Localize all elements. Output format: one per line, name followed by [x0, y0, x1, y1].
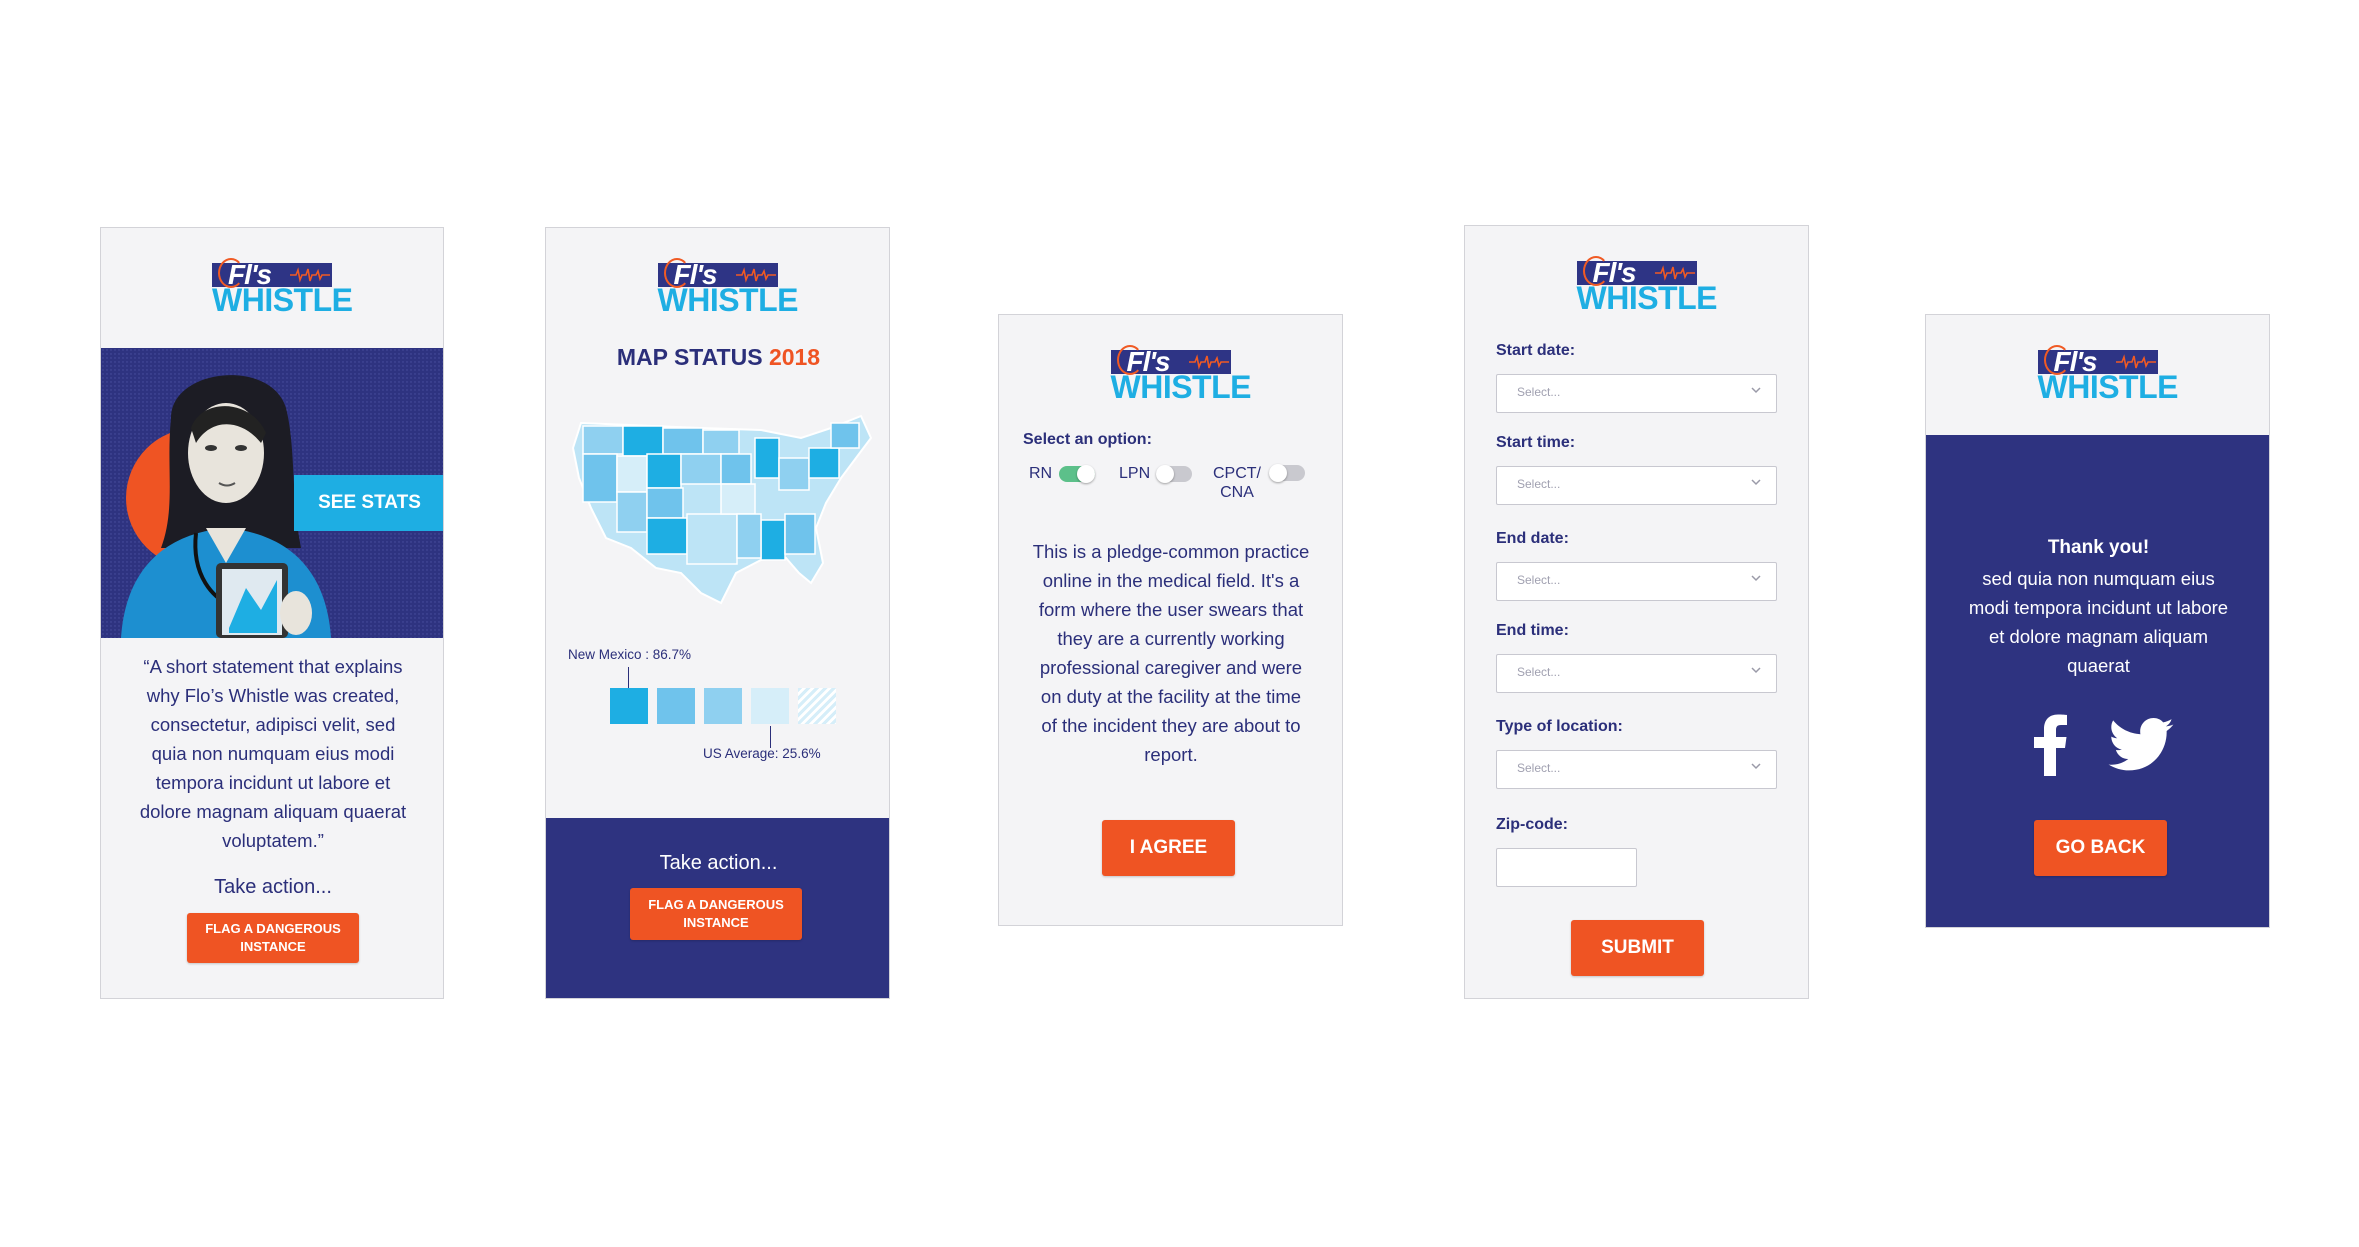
i-agree-button[interactable]: I AGREE — [1102, 820, 1235, 876]
facebook-icon[interactable] — [2034, 712, 2068, 776]
flag-button-line2: INSTANCE — [683, 915, 749, 930]
legend-swatch-3 — [704, 688, 742, 724]
legend-swatch-4 — [751, 688, 789, 724]
chevron-down-icon — [1751, 763, 1761, 770]
option-rn[interactable]: RN — [1029, 465, 1095, 485]
option-lpn[interactable]: LPN — [1119, 465, 1192, 485]
screen-map-status: Fl's WHISTLE MAP STATUS 2018 New Mexico … — [545, 227, 890, 999]
take-action-footer: Take action... FLAG A DANGEROUS INSTANCE — [546, 818, 889, 998]
start-date-label: Start date: — [1496, 342, 1576, 359]
pledge-text: This is a pledge-common practice online … — [1032, 541, 1310, 765]
end-date-select[interactable]: Select... — [1496, 562, 1777, 601]
select-option-label: Select an option: — [1023, 431, 1152, 448]
twitter-icon[interactable] — [2108, 718, 2174, 772]
start-time-label: Start time: — [1496, 434, 1576, 451]
chevron-down-icon — [1751, 575, 1761, 582]
chevron-down-icon — [1751, 387, 1761, 394]
cpct-cna-toggle[interactable] — [1269, 464, 1305, 482]
flos-whistle-logo: Fl's WHISTLE — [212, 258, 353, 318]
location-type-select[interactable]: Select... — [1496, 750, 1777, 789]
zip-code-label: Zip-code: — [1496, 816, 1568, 833]
new-mexico-label: New Mexico : 86.7% — [568, 647, 692, 662]
map-title-year: 2018 — [768, 344, 821, 370]
take-action-label: Take action... — [214, 876, 332, 898]
flos-whistle-logo: Fl's WHISTLE — [2037, 345, 2178, 405]
end-time-label: End time: — [1496, 622, 1569, 639]
flos-whistle-logo: Fl's WHISTLE — [1110, 345, 1251, 405]
thank-you-heading: Thank you! — [2047, 537, 2150, 558]
us-choropleth-map[interactable] — [561, 408, 881, 618]
screen-home: Fl's WHISTLE SEE STATS “A short statemen… — [100, 227, 444, 999]
screen-pledge: Fl's WHISTLE Select an option: RN LPN CP… — [998, 314, 1343, 926]
end-date-label: End date: — [1496, 530, 1569, 547]
start-date-placeholder: Select... — [1517, 385, 1561, 399]
go-back-button[interactable]: GO BACK — [2034, 820, 2167, 876]
start-date-select[interactable]: Select... — [1496, 374, 1777, 413]
mission-quote: “A short statement that explains why Flo… — [139, 656, 407, 851]
us-average-pointer — [770, 726, 771, 748]
end-time-placeholder: Select... — [1517, 665, 1561, 679]
take-action-label: Take action... — [659, 852, 778, 874]
flag-dangerous-instance-button[interactable]: FLAG A DANGEROUS INSTANCE — [187, 913, 359, 963]
option-lpn-label: LPN — [1119, 465, 1151, 482]
new-mexico-state — [646, 517, 688, 555]
map-title-text: MAP STATUS — [616, 344, 763, 370]
location-type-placeholder: Select... — [1517, 761, 1561, 775]
flag-button-line2: INSTANCE — [240, 939, 306, 954]
start-time-select[interactable]: Select... — [1496, 466, 1777, 505]
flag-button-line1: FLAG A DANGEROUS — [205, 921, 341, 936]
thank-you-body: Thank you! sed quia non numquam eius mod… — [1926, 435, 2269, 927]
zip-code-input[interactable] — [1496, 848, 1637, 887]
lpn-toggle[interactable] — [1156, 465, 1192, 483]
flag-button-line1: FLAG A DANGEROUS — [648, 897, 784, 912]
chevron-down-icon — [1751, 667, 1761, 674]
option-cpct-cna-label: CPCT/ CNA — [1213, 465, 1261, 501]
start-time-placeholder: Select... — [1517, 477, 1561, 491]
map-status-title: MAP STATUS 2018 — [546, 344, 889, 371]
chevron-down-icon — [1751, 479, 1761, 486]
legend-swatch-2 — [657, 688, 695, 724]
end-time-select[interactable]: Select... — [1496, 654, 1777, 693]
rn-toggle[interactable] — [1059, 465, 1095, 483]
flag-dangerous-instance-button[interactable]: FLAG A DANGEROUS INSTANCE — [630, 888, 802, 940]
option-cpct-cna[interactable]: CPCT/ CNA — [1211, 464, 1305, 502]
legend-swatch-1 — [610, 688, 648, 724]
option-rn-label: RN — [1029, 465, 1053, 482]
screen-thank-you: Fl's WHISTLE Thank you! sed quia non num… — [1925, 314, 2270, 928]
flos-whistle-logo: Fl's WHISTLE — [1576, 256, 1717, 316]
end-date-placeholder: Select... — [1517, 573, 1561, 587]
screen-report-form: Fl's WHISTLE Start date: Select... Start… — [1464, 225, 1809, 999]
us-average-label: US Average: 25.6% — [703, 746, 821, 761]
location-type-label: Type of location: — [1496, 718, 1623, 735]
see-stats-button[interactable]: SEE STATS — [294, 475, 443, 531]
thank-you-message: sed quia non numquam eius modi tempora i… — [1968, 568, 2229, 676]
legend-swatch-5 — [798, 688, 836, 724]
submit-button[interactable]: SUBMIT — [1571, 920, 1704, 976]
flos-whistle-logo: Fl's WHISTLE — [657, 258, 798, 318]
